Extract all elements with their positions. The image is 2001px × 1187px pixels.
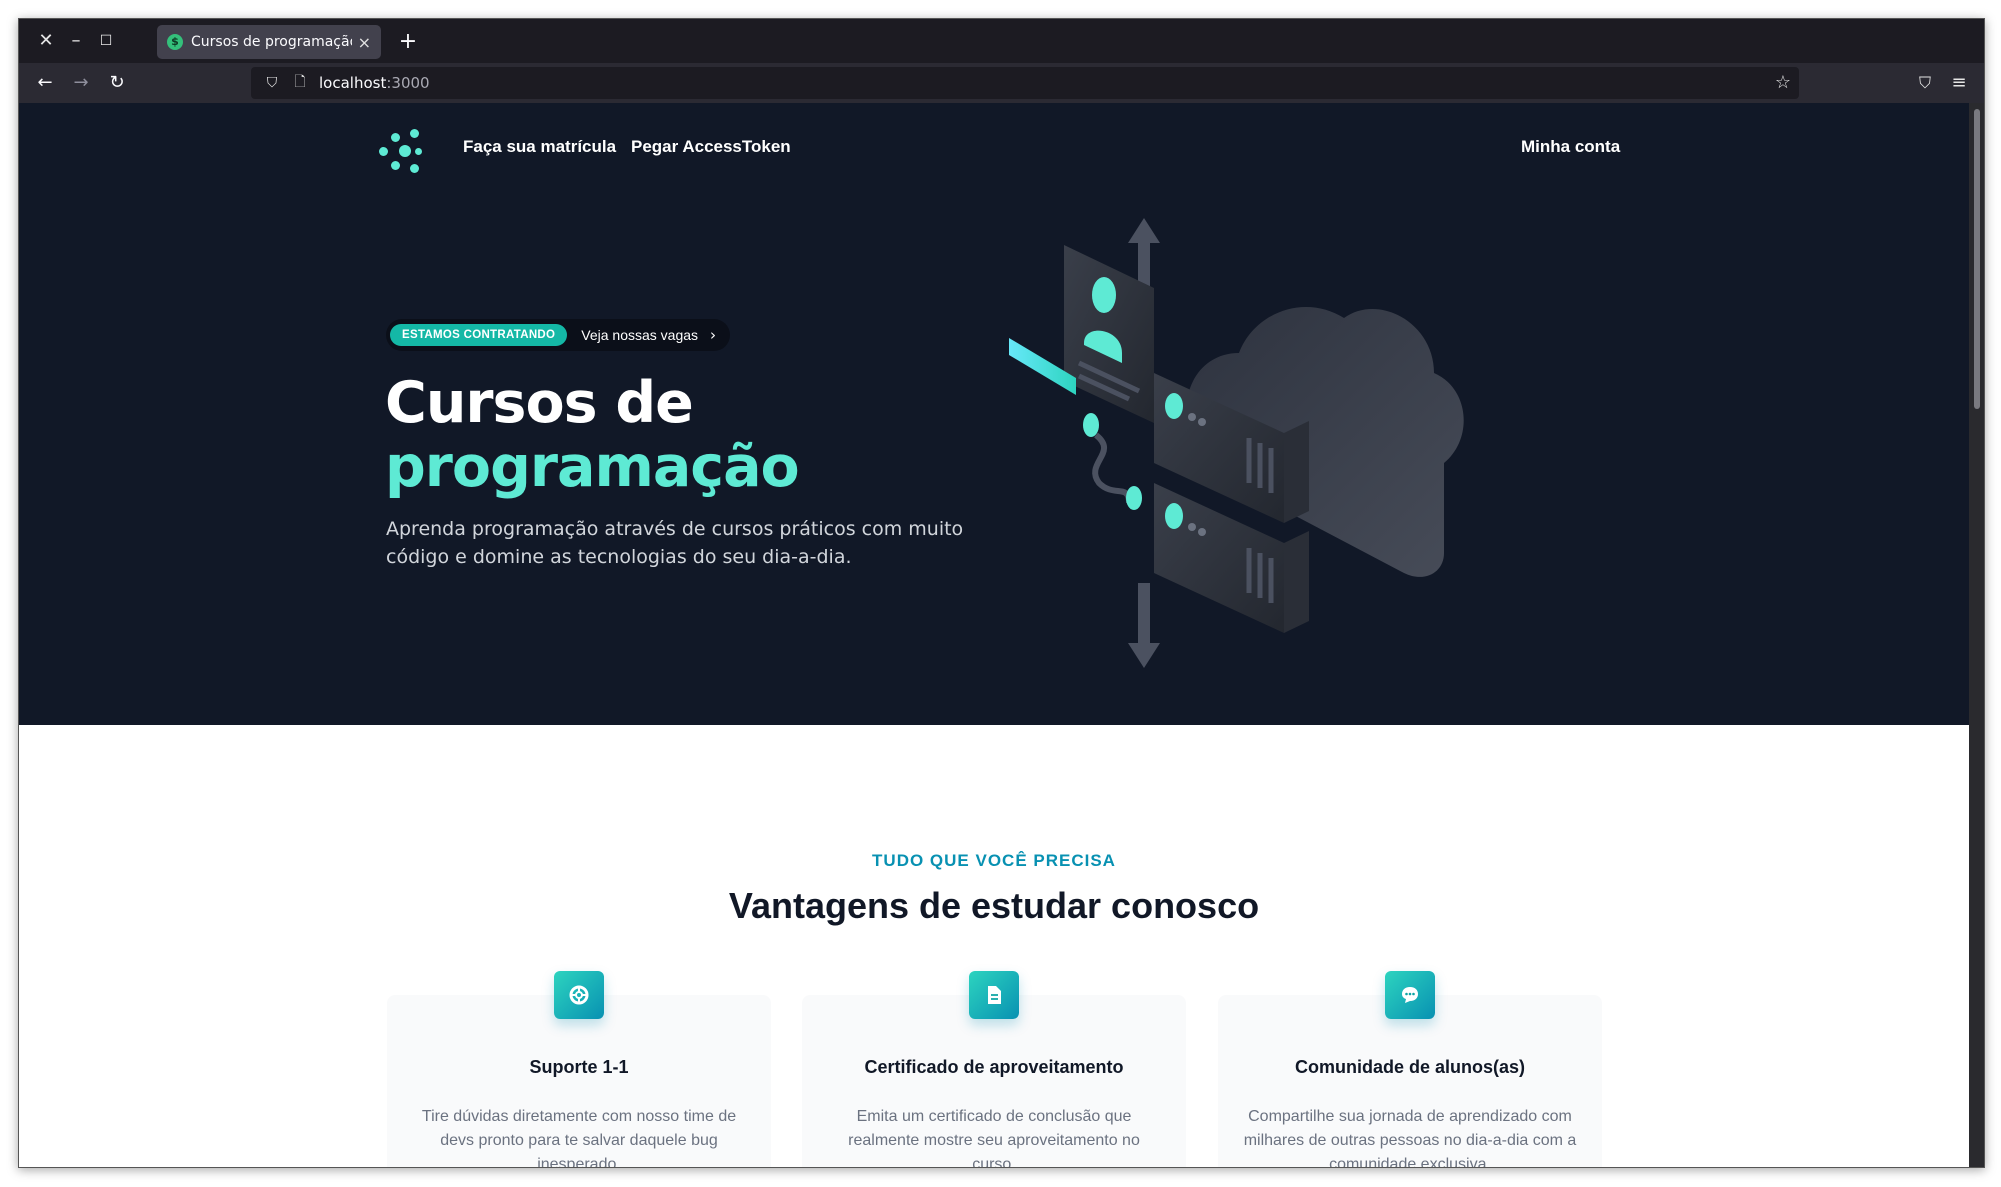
tracking-shield-icon[interactable]: ⛉ — [261, 75, 283, 91]
document-icon — [969, 971, 1019, 1019]
minimize-window-icon[interactable]: – — [61, 19, 91, 63]
feature-text: Tire dúvidas diretamente com nosso time … — [421, 1108, 737, 1168]
browser-tab[interactable]: $ Cursos de programação × — [157, 25, 381, 59]
maximize-window-icon[interactable]: ☐ — [91, 19, 121, 63]
chevron-right-icon: › — [710, 326, 717, 344]
hero-title-line2: programação — [385, 434, 800, 500]
browser-window: ✕ – ☐ $ Cursos de programação × + ← → ↻ … — [18, 18, 1985, 1168]
hero-section: Faça sua matrícula Pegar AccessToken Min… — [19, 103, 1969, 725]
feature-title: Certificado de aproveitamento — [864, 1057, 1124, 1077]
navigation-toolbar: ← → ↻ ⛉ 🗋 localhost:3000 ☆ ⛉ ≡ — [19, 63, 1984, 103]
close-tab-icon[interactable]: × — [358, 33, 371, 52]
feature-text: Emita um certificado de conclusão que re… — [848, 1108, 1140, 1168]
menu-icon[interactable]: ≡ — [1943, 67, 1975, 99]
features-eyebrow: TUDO QUE VOCÊ PRECISA — [872, 851, 1116, 870]
feature-card-certificado: Certificado de aproveitamento Emita um c… — [802, 971, 1186, 1168]
feature-card-suporte: Suporte 1-1 Tire dúvidas diretamente com… — [387, 971, 771, 1168]
feature-card-comunidade: Comunidade de alunos(as) Compartilhe sua… — [1218, 971, 1602, 1168]
reload-icon[interactable]: ↻ — [101, 67, 133, 99]
feature-title: Suporte 1-1 — [529, 1057, 629, 1077]
nav-link-matricula[interactable]: Faça sua matrícula — [463, 137, 616, 157]
address-bar[interactable]: ⛉ 🗋 localhost:3000 ☆ — [251, 67, 1799, 99]
bookmark-star-icon[interactable]: ☆ — [1775, 67, 1791, 99]
jobs-link-text: Veja nossas vagas — [581, 327, 699, 343]
forward-icon[interactable]: → — [65, 67, 97, 99]
tab-title: Cursos de programação — [191, 34, 352, 50]
site-logo[interactable] — [379, 129, 423, 173]
hiring-badge[interactable]: ESTAMOS CONTRATANDO Veja nossas vagas › — [386, 319, 731, 351]
hero-subtitle: Aprenda programação através de cursos pr… — [386, 518, 964, 568]
nav-link-minha-conta[interactable]: Minha conta — [1521, 137, 1620, 157]
chat-icon — [1385, 971, 1435, 1019]
features-title: Vantagens de estudar conosco — [728, 885, 1260, 926]
close-window-icon[interactable]: ✕ — [31, 19, 61, 63]
page-viewport: Faça sua matrícula Pegar AccessToken Min… — [19, 103, 1969, 1168]
hero-title-line1: Cursos de — [385, 370, 694, 436]
url-text: localhost:3000 — [319, 74, 430, 92]
scrollbar-thumb[interactable] — [1974, 109, 1980, 409]
hiring-pill: ESTAMOS CONTRATANDO — [390, 324, 568, 346]
page-scrollbar[interactable] — [1969, 103, 1984, 1167]
hero-title: Cursos de programação — [385, 370, 800, 500]
lifebuoy-icon — [554, 971, 604, 1019]
page-info-icon[interactable]: 🗋 — [289, 71, 311, 95]
tab-bar: ✕ – ☐ $ Cursos de programação × + — [19, 19, 1984, 63]
feature-text: Compartilhe sua jornada de aprendizado c… — [1243, 1108, 1577, 1168]
cloud-servers-illustration — [1009, 218, 1464, 668]
new-tab-icon[interactable]: + — [391, 25, 425, 59]
nav-link-accesstoken[interactable]: Pegar AccessToken — [631, 137, 791, 157]
feature-title: Comunidade de alunos(as) — [1294, 1057, 1526, 1077]
back-icon[interactable]: ← — [29, 67, 61, 99]
favicon-icon: $ — [167, 34, 183, 50]
pocket-icon[interactable]: ⛉ — [1909, 67, 1941, 99]
